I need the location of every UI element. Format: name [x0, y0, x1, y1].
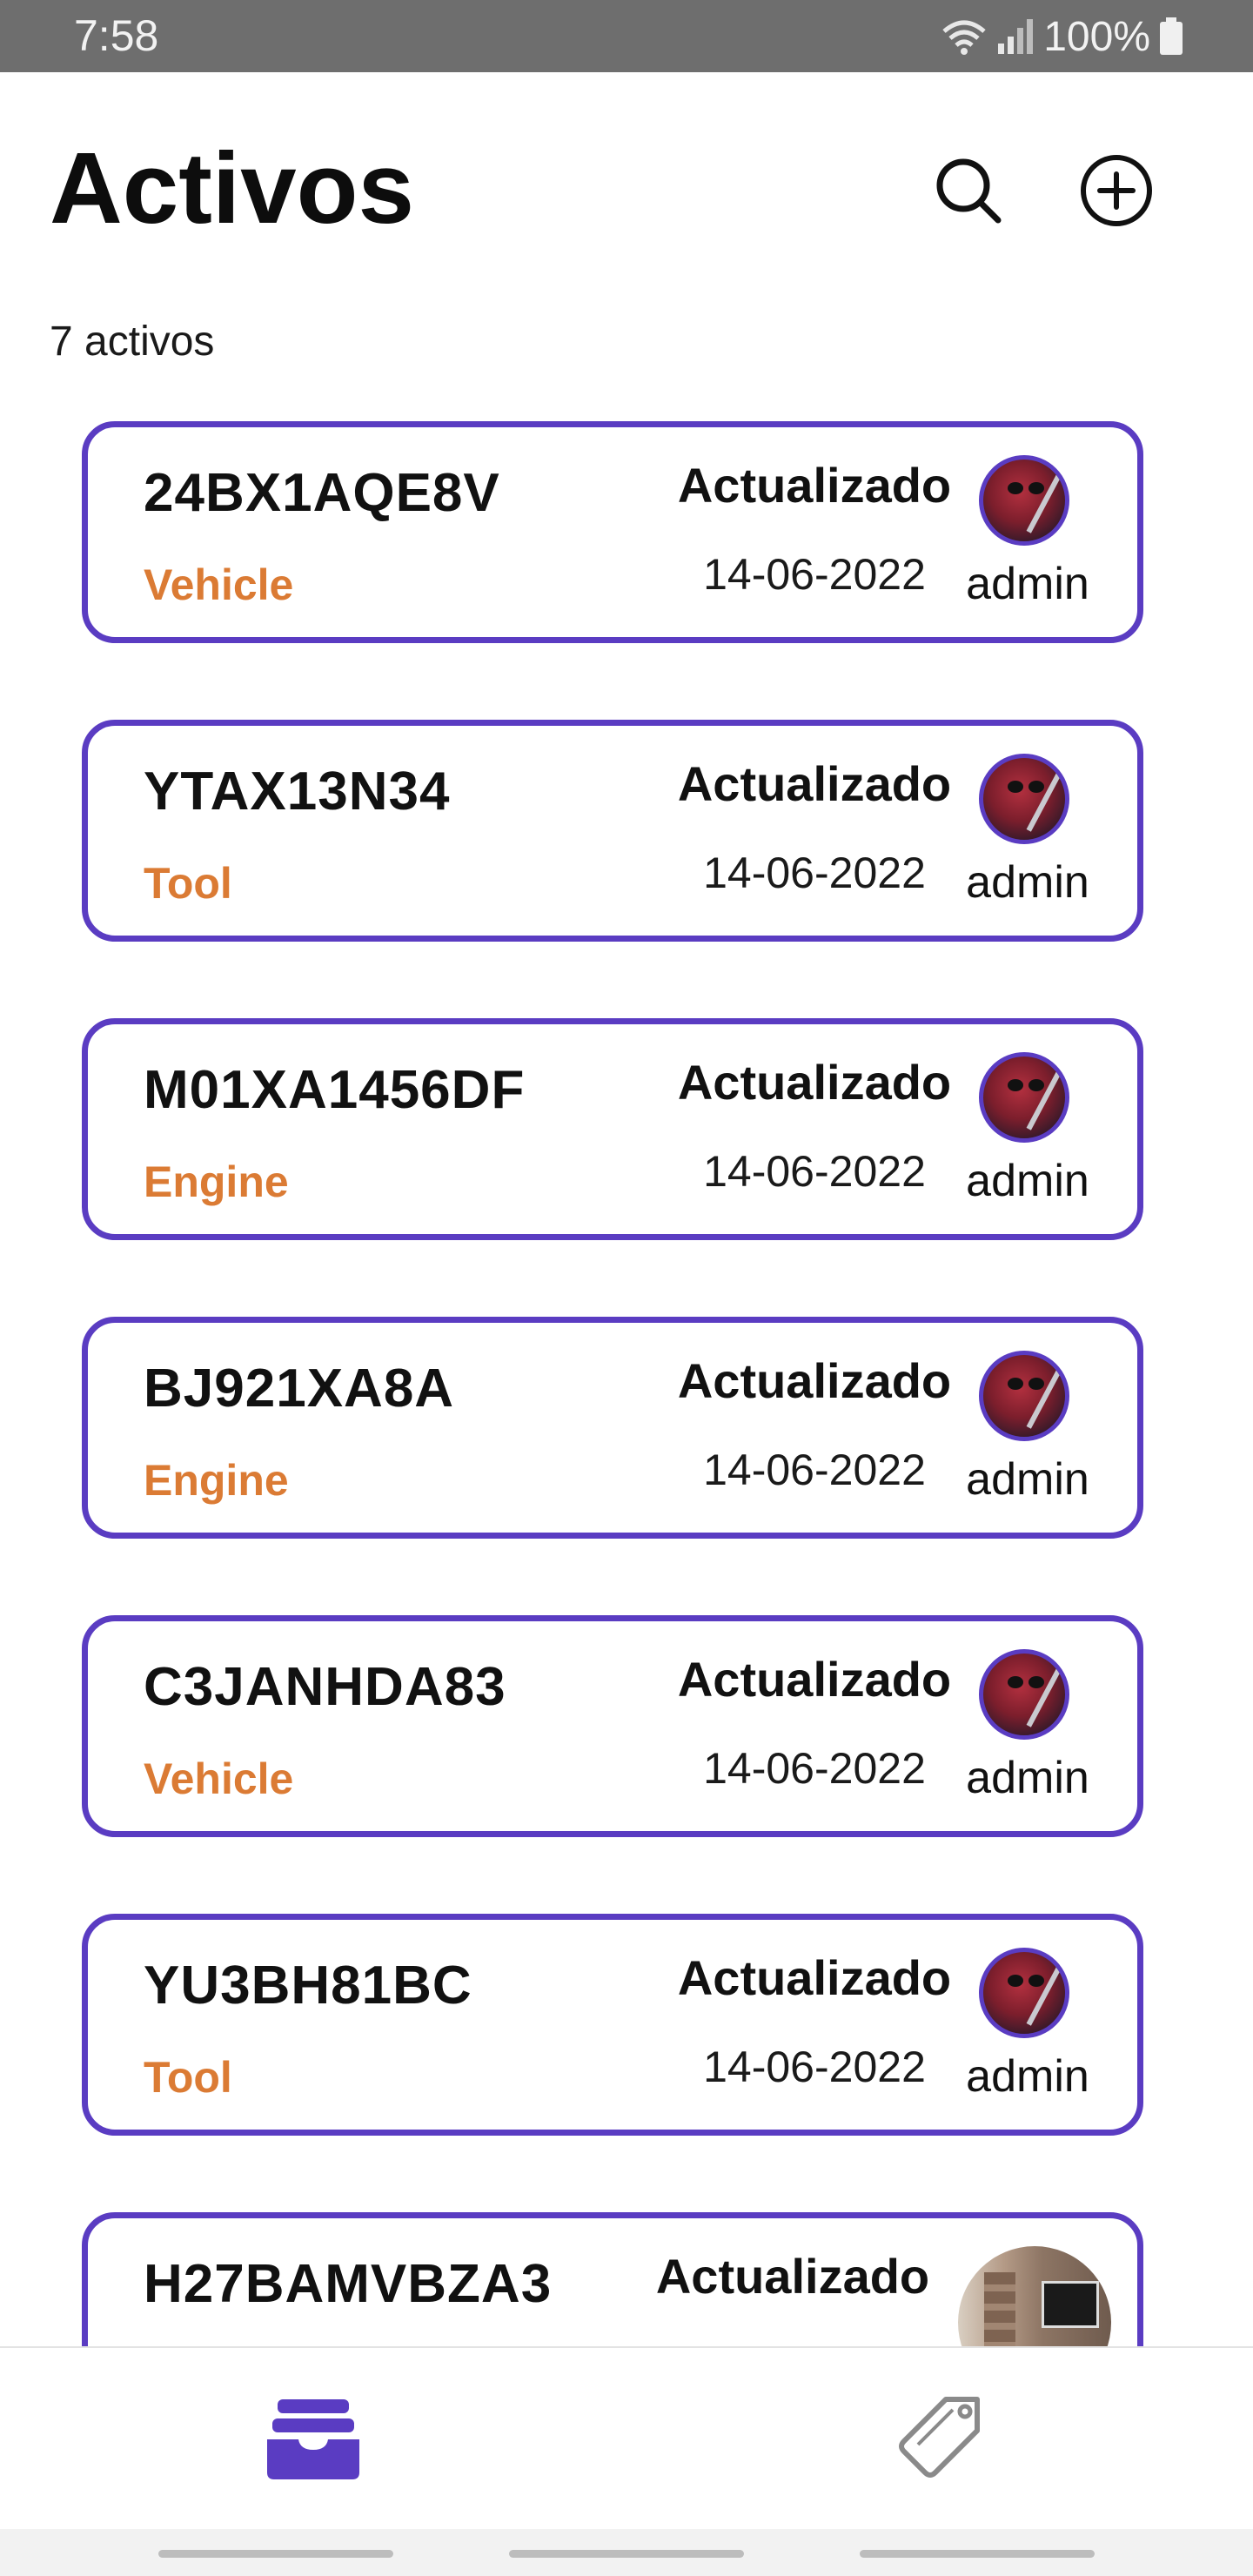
asset-code: C3JANHDA83: [144, 1657, 506, 1717]
asset-type: Vehicle: [144, 560, 294, 609]
asset-card[interactable]: YU3BH81BC Tool Actualizado 14-06-2022 ad…: [82, 1914, 1143, 2136]
gesture-pill: [158, 2550, 393, 2558]
nav-tags[interactable]: [888, 2392, 992, 2487]
asset-code: BJ921XA8A: [144, 1358, 455, 1419]
avatar: [979, 1052, 1069, 1143]
asset-code: 24BX1AQE8V: [144, 463, 500, 523]
asset-type: Engine: [144, 1456, 289, 1505]
asset-card[interactable]: M01XA1456DF Engine Actualizado 14-06-202…: [82, 1018, 1143, 1240]
avatar: [979, 1948, 1069, 2038]
asset-user: admin: [966, 2051, 1089, 2102]
gesture-pill: [509, 2550, 744, 2558]
status-time: 7:58: [74, 11, 159, 60]
add-asset-button[interactable]: [1077, 151, 1156, 230]
avatar: [979, 754, 1069, 844]
asset-user: admin: [966, 1753, 1089, 1803]
bottom-navigation: [0, 2346, 1253, 2531]
status-icons: 100%: [941, 10, 1183, 63]
avatar: [979, 1649, 1069, 1740]
asset-status: Actualizado: [677, 1353, 952, 1408]
asset-status: Actualizado: [677, 458, 952, 513]
asset-code: YTAX13N34: [144, 761, 451, 822]
signal-icon: [998, 19, 1034, 54]
avatar: [979, 1351, 1069, 1441]
battery-percent: 100%: [1043, 13, 1150, 60]
asset-user: admin: [966, 559, 1089, 609]
asset-type: Engine: [144, 1157, 289, 1206]
avatar: [979, 455, 1069, 546]
asset-type: Vehicle: [144, 1754, 294, 1803]
system-gesture-bar: [0, 2529, 1253, 2576]
nav-assets[interactable]: [261, 2392, 365, 2487]
asset-status: Actualizado: [677, 756, 952, 811]
asset-user: admin: [966, 1454, 1089, 1505]
asset-card[interactable]: 24BX1AQE8V Vehicle Actualizado 14-06-202…: [82, 421, 1143, 643]
asset-type: Tool: [144, 2053, 232, 2102]
asset-card[interactable]: C3JANHDA83 Vehicle Actualizado 14-06-202…: [82, 1615, 1143, 1837]
tag-icon: [899, 2397, 980, 2478]
asset-user: admin: [966, 1156, 1089, 1206]
asset-code: H27BAMVBZA3: [144, 2254, 553, 2314]
asset-code: M01XA1456DF: [144, 1060, 526, 1120]
gesture-pill: [860, 2550, 1095, 2558]
inbox-icon: [267, 2399, 359, 2479]
asset-status: Actualizado: [655, 2249, 930, 2304]
status-bar: 7:58 100%: [0, 0, 1253, 72]
wifi-icon: [942, 20, 986, 55]
asset-status: Actualizado: [677, 1652, 952, 1707]
asset-code: YU3BH81BC: [144, 1955, 472, 2016]
asset-type: Tool: [144, 859, 232, 908]
asset-card[interactable]: YTAX13N34 Tool Actualizado 14-06-2022 ad…: [82, 720, 1143, 942]
search-icon: [936, 158, 1002, 224]
asset-status: Actualizado: [677, 1950, 952, 2005]
asset-count: 7 activos: [50, 319, 215, 365]
battery-icon: [1160, 17, 1183, 55]
asset-card[interactable]: BJ921XA8A Engine Actualizado 14-06-2022 …: [82, 1317, 1143, 1539]
asset-user: admin: [966, 857, 1089, 908]
add-circle-icon: [1081, 155, 1152, 226]
asset-status: Actualizado: [677, 1055, 952, 1110]
page-title: Activos: [50, 131, 415, 245]
search-button[interactable]: [929, 151, 1008, 230]
